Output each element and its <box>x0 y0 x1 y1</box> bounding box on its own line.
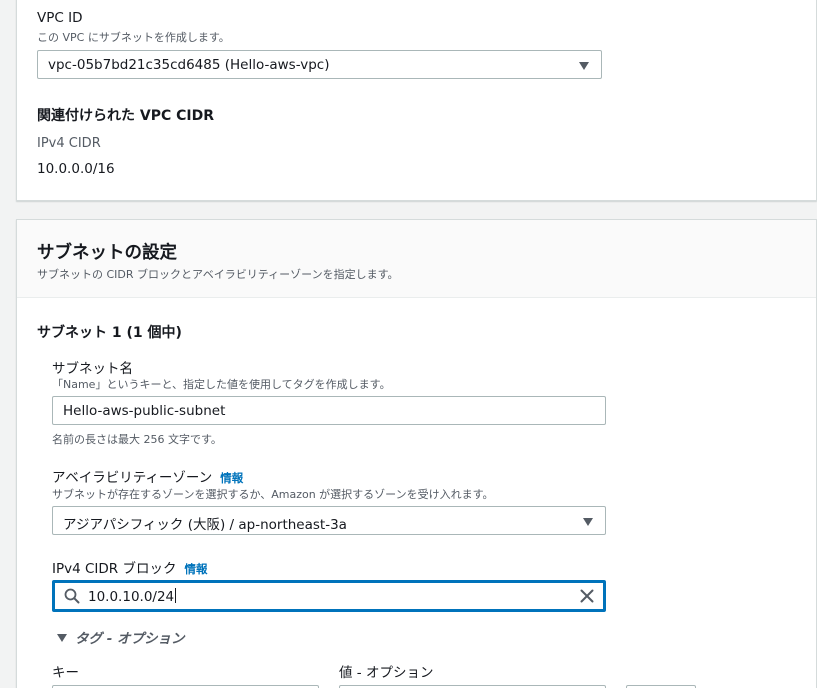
ipv4-cidr-label: IPv4 CIDR <box>37 136 101 151</box>
subnet-settings-panel: サブネットの設定 サブネットの CIDR ブロックとアベイラビリティーゾーンを指… <box>16 219 817 688</box>
caret-down-icon <box>579 62 589 70</box>
az-label: アベイラビリティーゾーン <box>52 470 213 486</box>
subnet-name-label: サブネット名 <box>52 361 133 377</box>
caret-down-icon <box>583 518 593 526</box>
cidr-block-label: IPv4 CIDR ブロック <box>52 561 177 577</box>
az-description: サブネットが存在するゾーンを選択するか、Amazon が選択するゾーンを受け入れ… <box>52 488 494 501</box>
vpc-id-description: この VPC にサブネットを作成します。 <box>37 31 230 44</box>
cidr-block-value-wrap: 10.0.10.0/24 <box>88 588 177 605</box>
vpc-panel: VPC ID この VPC にサブネットを作成します。 vpc-05b7bd21… <box>16 0 817 201</box>
vpc-cidr-heading: 関連付けられた VPC CIDR <box>37 108 215 124</box>
cidr-block-info-link[interactable]: 情報 <box>184 562 207 576</box>
tag-key-label: キー <box>52 665 79 681</box>
text-cursor <box>175 588 177 603</box>
search-icon <box>64 588 80 608</box>
subnet-name-input[interactable]: Hello-aws-public-subnet <box>52 396 606 425</box>
tags-toggle[interactable]: タグ - オプション <box>57 627 185 647</box>
cidr-block-label-row: IPv4 CIDR ブロック 情報 <box>52 557 207 577</box>
cidr-block-value: 10.0.10.0/24 <box>88 589 175 605</box>
az-value: アジアパシフィック (大阪) / ap-northeast-3a <box>63 517 347 533</box>
az-info-link[interactable]: 情報 <box>220 471 243 485</box>
ipv4-cidr-value: 10.0.0.0/16 <box>37 161 115 177</box>
tag-value-label: 値 - オプション <box>339 665 434 681</box>
vpc-id-select[interactable]: vpc-05b7bd21c35cd6485 (Hello-aws-vpc) <box>37 50 602 79</box>
subnet-name-value: Hello-aws-public-subnet <box>63 403 226 419</box>
subnet-name-hint: 名前の長さは最大 256 文字です。 <box>52 433 222 446</box>
az-select[interactable]: アジアパシフィック (大阪) / ap-northeast-3a <box>52 506 606 535</box>
tags-toggle-label: タグ - オプション <box>75 631 185 647</box>
vpc-id-label: VPC ID <box>37 10 83 26</box>
subnet-settings-header: サブネットの設定 サブネットの CIDR ブロックとアベイラビリティーゾーンを指… <box>17 220 816 298</box>
close-icon[interactable] <box>580 589 594 607</box>
caret-down-icon <box>57 634 67 642</box>
az-label-row: アベイラビリティーゾーン 情報 <box>52 466 243 486</box>
subnet-settings-description: サブネットの CIDR ブロックとアベイラビリティーゾーンを指定します。 <box>37 268 399 281</box>
subnet-settings-title: サブネットの設定 <box>37 243 177 263</box>
vpc-id-value: vpc-05b7bd21c35cd6485 (Hello-aws-vpc) <box>48 57 330 73</box>
subnet-1-heading: サブネット 1 (1 個中) <box>37 325 182 341</box>
cidr-block-input[interactable]: 10.0.10.0/24 <box>52 580 606 612</box>
subnet-name-description: 「Name」というキーと、指定した値を使用してタグを作成します。 <box>52 378 391 391</box>
